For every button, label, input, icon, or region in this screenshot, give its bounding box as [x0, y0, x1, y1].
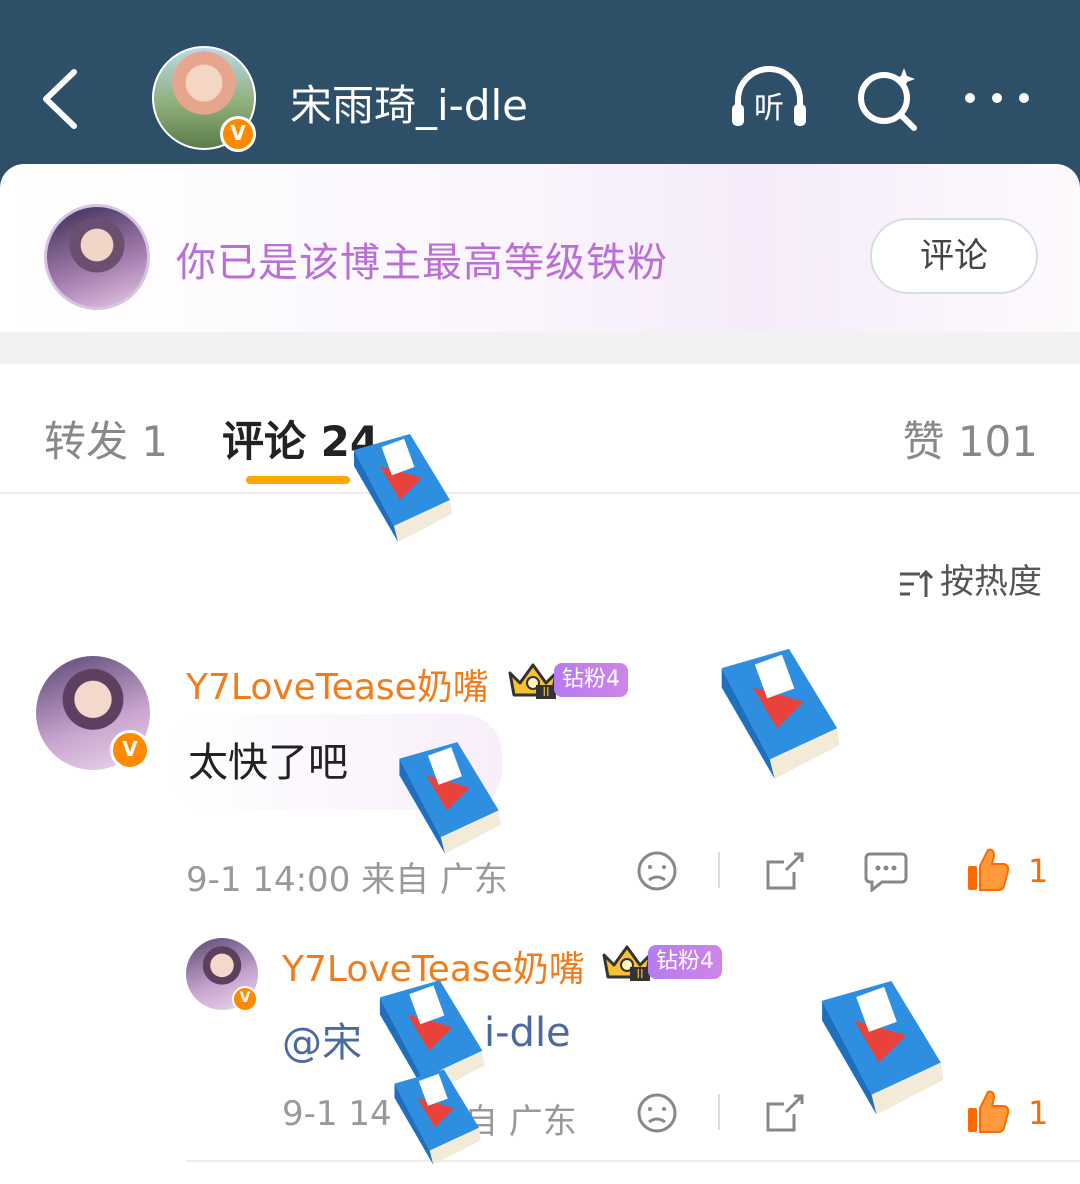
tab-bar: 转发 1 评论 24 赞 101 [0, 364, 1080, 494]
verified-badge: V [110, 730, 150, 770]
active-tab-indicator [246, 476, 350, 484]
share-icon[interactable] [764, 850, 806, 892]
mention-link[interactable]: @宋 [282, 1010, 362, 1068]
dislike-icon[interactable] [636, 1092, 678, 1134]
like-count: 1 [1028, 852, 1049, 890]
share-icon[interactable] [764, 1092, 806, 1134]
book-sticker-icon [822, 980, 944, 1115]
book-sticker-icon [394, 1069, 481, 1165]
like-count: 1 [1028, 1094, 1049, 1132]
comment-text: 太快了吧 [188, 740, 348, 786]
book-sticker-icon [354, 434, 452, 542]
listen-button[interactable]: 听 [728, 66, 810, 130]
crown-icon: II [508, 663, 558, 699]
action-divider [718, 1094, 720, 1130]
search-icon[interactable] [856, 64, 920, 132]
fan-badge[interactable]: II 钻粉4 [506, 660, 628, 700]
divider [186, 1160, 1080, 1162]
listen-label: 听 [754, 91, 784, 126]
commenter-name[interactable]: Y7LoveTease奶嘴 [186, 658, 489, 710]
more-icon[interactable] [962, 88, 1032, 108]
mention-link-suffix[interactable]: i-dle [484, 1010, 571, 1056]
verified-badge: V [232, 986, 258, 1012]
tab-like[interactable]: 赞 101 [902, 408, 1038, 469]
fan-badge[interactable]: II 钻粉4 [600, 942, 722, 982]
like-icon[interactable] [966, 846, 1010, 892]
back-icon[interactable] [36, 64, 86, 134]
dislike-icon[interactable] [636, 850, 678, 892]
blogger-name[interactable]: 宋雨琦_i-dle [290, 72, 528, 133]
section-divider [0, 332, 1080, 364]
fan-status-text: 你已是该博主最高等级铁粉 [176, 240, 668, 286]
book-sticker-icon [721, 648, 840, 779]
comment-button[interactable]: 评论 [870, 218, 1038, 294]
crown-icon: II [602, 945, 652, 981]
svg-text:II: II [636, 967, 643, 981]
my-avatar [44, 204, 150, 310]
fan-level-label: 钻粉4 [554, 663, 628, 697]
book-sticker-icon [399, 742, 501, 854]
fan-banner: 你已是该博主最高等级铁粉 评论 [0, 164, 1080, 332]
verified-badge: V [220, 116, 256, 152]
sort-icon [900, 569, 934, 597]
headphones-icon: 听 [732, 66, 806, 126]
sort-label: 按热度 [940, 562, 1042, 602]
action-divider [718, 852, 720, 888]
tab-forward[interactable]: 转发 1 [44, 408, 168, 469]
sort-button[interactable]: 按热度 [898, 554, 1042, 603]
like-icon[interactable] [966, 1088, 1010, 1134]
fan-level-label: 钻粉4 [648, 945, 722, 979]
svg-text:II: II [542, 685, 549, 699]
reply-icon[interactable] [864, 850, 908, 892]
